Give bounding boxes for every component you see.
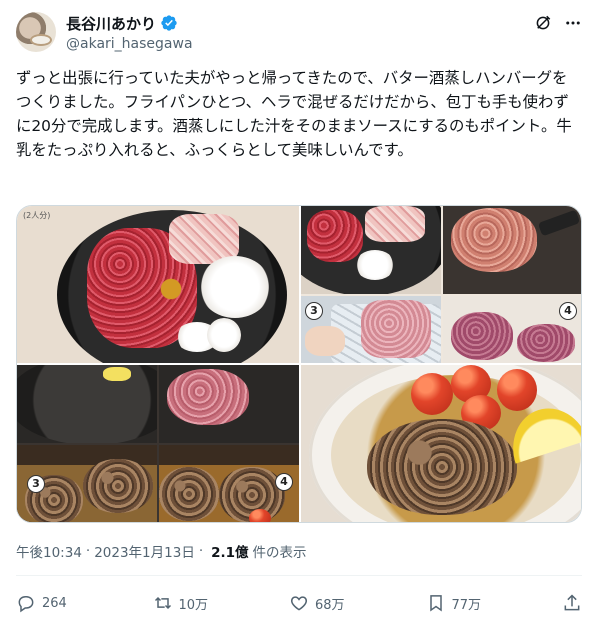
verified-badge-icon	[161, 15, 177, 31]
reply-button[interactable]: 264	[16, 593, 76, 613]
step-badge-3-cooking: 3	[27, 475, 45, 493]
like-count: 68万	[315, 597, 345, 613]
media-image-cooking-steps[interactable]: 3 4	[17, 365, 299, 522]
media-grid[interactable]: (2人分) 3 4 3 4	[16, 205, 582, 523]
more-icon[interactable]	[564, 14, 582, 32]
tweet-meta: 午後10:34 · 2023年1月13日 · 2.1億 件の表示	[16, 541, 307, 561]
meta-separator-2: ·	[198, 543, 204, 559]
media-image-final-dish[interactable]	[301, 365, 581, 522]
user-info: 長谷川あかり @akari_hasegawa	[66, 13, 193, 53]
retweet-count: 10万	[178, 597, 209, 613]
retweet-icon	[154, 596, 171, 610]
servings-note: (2人分)	[23, 211, 51, 220]
step-badge-3: 3	[305, 302, 323, 320]
avatar[interactable]	[16, 12, 56, 52]
bookmark-icon	[429, 595, 442, 612]
bookmark-button[interactable]: 77万	[426, 593, 486, 613]
display-name[interactable]: 長谷川あかり	[66, 13, 156, 34]
media-image-mixing-steps[interactable]: 3 4	[301, 206, 581, 363]
reply-count: 264	[42, 595, 67, 611]
media-image-ingredients[interactable]: (2人分)	[17, 206, 299, 363]
like-button[interactable]: 68万	[289, 593, 349, 613]
view-count-label: 件の表示	[252, 545, 307, 561]
retweet-button[interactable]: 10万	[153, 593, 213, 613]
divider	[16, 575, 582, 576]
like-icon	[290, 596, 308, 611]
share-button[interactable]	[562, 593, 582, 613]
share-icon	[564, 594, 580, 611]
tweet-date[interactable]: 2023年1月13日	[94, 541, 195, 561]
user-handle[interactable]: @akari_hasegawa	[66, 36, 193, 52]
tweet-header: 長谷川あかり @akari_hasegawa	[16, 12, 582, 56]
meta-separator: ·	[85, 543, 91, 559]
view-count: 2.1億	[211, 545, 249, 561]
grok-icon[interactable]	[534, 14, 552, 32]
tweet-time[interactable]: 午後10:34	[16, 541, 82, 561]
top-actions	[534, 14, 582, 32]
bookmark-count: 77万	[451, 597, 482, 613]
step-badge-4-cooking: 4	[275, 473, 293, 491]
reply-icon	[18, 596, 34, 613]
step-badge-4: 4	[559, 302, 577, 320]
action-bar: 264 10万 68万 77万	[16, 588, 582, 618]
tweet-text: ずっと出張に行っていた夫がやっと帰ってきたので、バター酒蒸しハンバーグをつくりま…	[16, 69, 572, 159]
